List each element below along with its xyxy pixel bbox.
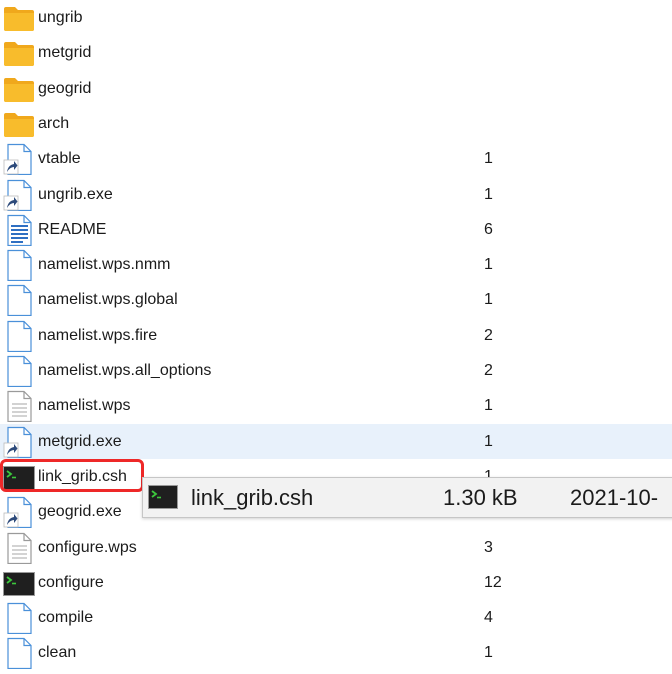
file-row[interactable]: namelist.wps.global 1 <box>0 282 672 317</box>
folder-icon <box>3 108 35 140</box>
file-size: 1 <box>484 291 493 309</box>
file-size: 1 <box>484 150 493 168</box>
file-name: configure.wps <box>38 538 137 556</box>
shortcut-icon <box>3 426 35 458</box>
file-row[interactable]: README 6 <box>0 212 672 247</box>
file-name: compile <box>38 609 94 627</box>
file-size: 6 <box>484 220 493 238</box>
file-size: 1 <box>484 185 493 203</box>
file-name: namelist.wps.all_options <box>38 362 212 379</box>
file-name: README <box>38 220 107 238</box>
file-row[interactable]: namelist.wps.fire 2 <box>0 318 672 353</box>
tooltip-file-date: 2021-10- <box>570 485 659 510</box>
file-size: 4 <box>484 609 493 627</box>
blank-file-icon <box>3 355 35 387</box>
lined-document-icon <box>3 390 35 423</box>
file-size: 1 <box>484 644 493 662</box>
shortcut-icon <box>3 179 35 211</box>
file-name: namelist.wps.global <box>38 291 178 309</box>
file-name: namelist.wps <box>38 397 131 415</box>
file-size: 12 <box>484 573 502 591</box>
red-highlight-box <box>0 459 144 492</box>
blank-file-icon <box>3 602 35 635</box>
folder-icon <box>3 2 35 34</box>
text-document-icon <box>3 214 35 246</box>
file-row[interactable]: configure 12 <box>0 565 672 600</box>
lined-document-icon <box>3 532 35 564</box>
file-name: ungrib <box>38 9 83 26</box>
file-size: 1 <box>484 432 493 450</box>
file-row[interactable]: namelist.wps 1 <box>0 388 672 423</box>
shortcut-icon <box>3 496 35 529</box>
tooltip-file-size: 1.30 kB <box>443 485 518 510</box>
file-name: metgrid <box>38 44 92 62</box>
folder-icon <box>3 37 35 69</box>
blank-file-icon <box>3 637 35 670</box>
file-name: geogrid.exe <box>38 503 122 521</box>
file-row[interactable]: clean 1 <box>0 635 672 670</box>
terminal-script-icon <box>148 485 178 514</box>
blank-file-icon <box>3 284 35 317</box>
terminal-script-icon <box>3 567 35 599</box>
file-name: configure <box>38 573 104 591</box>
blank-file-icon <box>3 320 35 352</box>
file-name: metgrid.exe <box>38 432 122 450</box>
file-row[interactable]: geogrid <box>0 71 672 106</box>
file-name: namelist.wps.nmm <box>38 256 171 274</box>
file-size: 1 <box>484 256 493 274</box>
file-row[interactable]: vtable 1 <box>0 141 672 176</box>
file-row[interactable]: arch <box>0 106 672 141</box>
file-size: 2 <box>484 326 493 344</box>
file-row[interactable]: metgrid <box>0 35 672 70</box>
file-name: arch <box>38 114 70 132</box>
file-row[interactable]: configure.wps 3 <box>0 530 672 565</box>
file-row[interactable]: ungrib <box>0 0 672 35</box>
shortcut-icon <box>3 143 35 176</box>
file-name: clean <box>38 644 77 662</box>
file-size: 3 <box>484 538 493 556</box>
file-row[interactable]: namelist.wps.nmm 1 <box>0 247 672 282</box>
tooltip-file-name: link_grib.csh <box>191 485 314 510</box>
file-name: namelist.wps.fire <box>38 326 158 344</box>
file-name: vtable <box>38 150 81 168</box>
file-size: 1 <box>484 397 493 415</box>
file-name: ungrib.exe <box>38 185 113 203</box>
file-row[interactable]: namelist.wps.all_options 2 <box>0 353 672 388</box>
file-row[interactable]: compile 4 <box>0 600 672 635</box>
file-row[interactable]: metgrid.exe 1 <box>0 423 672 459</box>
file-size: 2 <box>484 362 493 379</box>
file-name: geogrid <box>38 79 92 97</box>
folder-icon <box>3 73 35 105</box>
blank-file-icon <box>3 249 35 282</box>
drag-tooltip: link_grib.csh 1.30 kB 2021-10- <box>142 477 672 518</box>
file-row[interactable]: ungrib.exe 1 <box>0 177 672 212</box>
